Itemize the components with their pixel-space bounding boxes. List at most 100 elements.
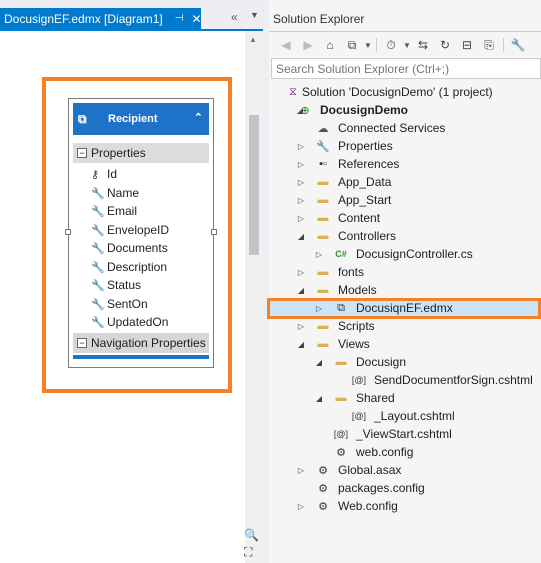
collapsed-arrow-icon[interactable]: ▷ xyxy=(296,214,306,223)
wrench-icon: 🔧 xyxy=(91,224,105,237)
collapsed-arrow-icon[interactable]: ▷ xyxy=(296,196,306,205)
search-input[interactable] xyxy=(276,61,536,76)
tree-item-connected-services[interactable]: ☁ Connected Services xyxy=(269,119,541,137)
property-label: Id xyxy=(107,167,118,181)
tree-item-solution[interactable]: ⧖ Solution 'DocusignDemo' (1 project) xyxy=(269,83,541,101)
tree-item-models[interactable]: ◢ ▬ Models xyxy=(269,281,541,299)
tab-overflow-icon[interactable]: « xyxy=(231,10,238,24)
tree-item-properties[interactable]: ▷ 🔧 Properties xyxy=(269,137,541,155)
key-icon: ⚷ xyxy=(91,168,100,181)
tree-item-send-document[interactable]: [@] SendDocumentforSign.cshtml xyxy=(269,371,541,389)
tree-item-web-config[interactable]: ▷ ⚙ Web.config xyxy=(269,497,541,515)
back-icon[interactable]: ◀ xyxy=(275,35,297,55)
tree-item-label: Properties xyxy=(338,139,393,153)
property-label: Description xyxy=(107,260,168,274)
expanded-arrow-icon[interactable]: ◢ xyxy=(296,232,306,241)
scroll-up-icon[interactable]: ▲ xyxy=(249,35,257,44)
tree-item-references[interactable]: ▷ ▪▫ References xyxy=(269,155,541,173)
tab-dropdown-icon[interactable]: ▼ xyxy=(250,10,259,20)
entity-header[interactable]: ⧉ Recipient ⌃ xyxy=(73,103,209,135)
tree-item-project[interactable]: ◢ ⊕ DocusignDemo xyxy=(269,101,541,119)
zoom-to-fit-icon[interactable]: ⛶ xyxy=(244,545,252,560)
property-row-email[interactable]: 🔧 Email xyxy=(91,202,137,220)
entity-icon: ⧉ xyxy=(78,111,87,126)
designer-pane: DocusignEF.edmx [Diagram1] ⊣ ✕ « ▼ ▲ 🔍 ⛶… xyxy=(0,0,263,563)
folder-icon: ▬ xyxy=(335,392,347,404)
tree-item-viewstart[interactable]: [@] _ViewStart.cshtml xyxy=(269,425,541,443)
collapsed-arrow-icon[interactable]: ▷ xyxy=(314,250,324,259)
refresh-icon[interactable]: ↻ xyxy=(434,35,456,55)
property-label: EnvelopeID xyxy=(107,223,170,237)
tree-item-global-asax[interactable]: ▷ ⚙ Global.asax xyxy=(269,461,541,479)
collapse-all-icon[interactable]: ⊟ xyxy=(456,35,478,55)
expanded-arrow-icon[interactable]: ◢ xyxy=(314,358,324,367)
designer-vertical-scrollbar[interactable]: ▲ xyxy=(245,31,263,563)
tree-item-layout[interactable]: [@] _Layout.cshtml xyxy=(269,407,541,425)
tree-item-fonts[interactable]: ▷ ▬ fonts xyxy=(269,263,541,281)
property-row-envelopeid[interactable]: 🔧 EnvelopeID xyxy=(91,221,169,239)
collapsed-arrow-icon[interactable]: ▷ xyxy=(296,322,306,331)
resize-handle-right[interactable] xyxy=(211,229,217,235)
collapsed-arrow-icon[interactable]: ▷ xyxy=(296,502,306,511)
tree-item-app-start[interactable]: ▷ ▬ App_Start xyxy=(269,191,541,209)
home-icon[interactable]: ⌂ xyxy=(319,35,341,55)
tree-item-views-docusign[interactable]: ◢ ▬ Docusign xyxy=(269,353,541,371)
collapse-minus-icon[interactable]: − xyxy=(77,338,87,348)
tree-item-packages-config[interactable]: ⚙ packages.config xyxy=(269,479,541,497)
property-row-description[interactable]: 🔧 Description xyxy=(91,258,167,276)
razor-file-icon: [@] xyxy=(351,411,367,421)
entity-recipient[interactable]: ⧉ Recipient ⌃ − Properties ⚷ Id 🔧 Name 🔧… xyxy=(65,98,217,368)
search-box[interactable] xyxy=(271,58,541,79)
tree-item-shared[interactable]: ◢ ▬ Shared xyxy=(269,389,541,407)
expanded-arrow-icon[interactable]: ◢ xyxy=(296,340,306,349)
property-label: Documents xyxy=(107,241,168,255)
tree-item-scripts[interactable]: ▷ ▬ Scripts xyxy=(269,317,541,335)
razor-file-icon: [@] xyxy=(351,375,367,385)
collapsed-arrow-icon[interactable]: ▷ xyxy=(296,268,306,277)
properties-section[interactable]: − Properties xyxy=(73,143,209,163)
navigation-properties-section[interactable]: − Navigation Properties xyxy=(73,333,209,353)
pending-changes-icon[interactable]: ⏱ xyxy=(380,35,402,55)
expanded-arrow-icon[interactable]: ◢ xyxy=(296,286,306,295)
solution-icon: ⧖ xyxy=(289,85,297,98)
tree-item-label: Views xyxy=(338,337,370,351)
property-row-status[interactable]: 🔧 Status xyxy=(91,276,141,294)
property-row-name[interactable]: 🔧 Name xyxy=(91,184,139,202)
tree-item-app-data[interactable]: ▷ ▬ App_Data xyxy=(269,173,541,191)
close-icon[interactable]: ✕ xyxy=(191,12,201,26)
tree-item-views[interactable]: ◢ ▬ Views xyxy=(269,335,541,353)
zoom-icon[interactable]: 🔍 xyxy=(244,528,259,542)
resize-handle-left[interactable] xyxy=(65,229,71,235)
designer-tab[interactable]: DocusignEF.edmx [Diagram1] ⊣ ✕ xyxy=(0,8,202,29)
tree-item-controllers[interactable]: ◢ ▬ Controllers xyxy=(269,227,541,245)
property-row-documents[interactable]: 🔧 Documents xyxy=(91,239,168,257)
chevron-up-icon[interactable]: ⌃ xyxy=(194,111,203,124)
sync-icon[interactable]: ⇆ xyxy=(412,35,434,55)
tree-item-docusign-controller[interactable]: ▷ C# DocusignController.cs xyxy=(269,245,541,263)
property-row-updatedon[interactable]: 🔧 UpdatedOn xyxy=(91,313,168,331)
collapsed-arrow-icon[interactable]: ▷ xyxy=(296,178,306,187)
chevron-down-icon[interactable]: ▼ xyxy=(402,41,412,50)
tree-item-label: _Layout.cshtml xyxy=(374,409,455,423)
collapsed-arrow-icon[interactable]: ▷ xyxy=(296,160,306,169)
tree-item-views-web-config[interactable]: ⚙ web.config xyxy=(269,443,541,461)
scroll-thumb[interactable] xyxy=(249,115,259,255)
chevron-down-icon[interactable]: ▼ xyxy=(363,41,373,50)
collapse-minus-icon[interactable]: − xyxy=(77,148,87,158)
tree-highlight-frame xyxy=(267,298,541,319)
tree-item-content[interactable]: ▷ ▬ Content xyxy=(269,209,541,227)
collapsed-arrow-icon[interactable]: ▷ xyxy=(296,142,306,151)
property-row-senton[interactable]: 🔧 SentOn xyxy=(91,295,148,313)
collapsed-arrow-icon[interactable]: ▷ xyxy=(296,466,306,475)
wrench-icon[interactable]: 🔧 xyxy=(507,35,529,55)
connected-services-icon: ☁ xyxy=(317,122,329,135)
property-row-id[interactable]: ⚷ Id xyxy=(91,165,117,183)
pin-icon[interactable]: ⊣ xyxy=(175,13,184,24)
wrench-icon: 🔧 xyxy=(91,242,105,255)
title-divider xyxy=(269,31,541,32)
show-all-files-icon[interactable]: ⎘ xyxy=(478,35,500,55)
tree-item-label: Global.asax xyxy=(338,463,402,477)
switch-views-icon[interactable]: ⧉ xyxy=(341,35,363,55)
expanded-arrow-icon[interactable]: ◢ xyxy=(314,394,324,403)
forward-icon[interactable]: ▶ xyxy=(297,35,319,55)
